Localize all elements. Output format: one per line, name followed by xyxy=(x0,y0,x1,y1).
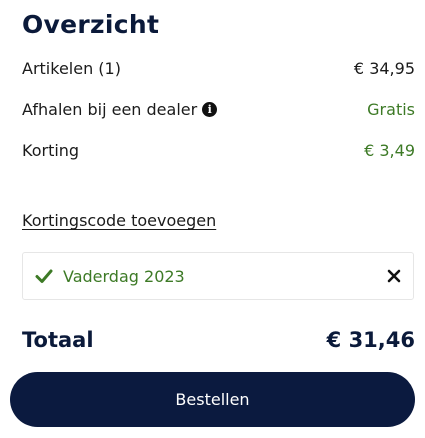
summary-title: Overzicht xyxy=(22,10,160,39)
voucher-name: Vaderdag 2023 xyxy=(63,266,185,286)
total-amount: € 31,46 xyxy=(326,328,415,352)
summary-row-discount: Korting € 3,49 xyxy=(22,138,415,162)
total-row: Totaal € 31,46 xyxy=(22,325,415,355)
articles-price: € 34,95 xyxy=(353,58,415,78)
discount-amount: € 3,49 xyxy=(364,140,415,160)
check-icon xyxy=(35,269,53,283)
pickup-price: Gratis xyxy=(367,99,415,119)
summary-row-pickup: Afhalen bij een dealer i Gratis xyxy=(22,97,415,121)
summary-row-articles: Artikelen (1) € 34,95 xyxy=(22,56,415,80)
applied-voucher: Vaderdag 2023 xyxy=(22,252,414,300)
info-icon[interactable]: i xyxy=(202,101,218,117)
add-discount-code-link[interactable]: Kortingscode toevoegen xyxy=(22,211,216,230)
articles-label: Artikelen (1) xyxy=(22,58,121,78)
discount-label: Korting xyxy=(22,140,80,160)
pickup-label: Afhalen bij een dealer xyxy=(22,99,198,119)
pickup-label-group: Afhalen bij een dealer i xyxy=(22,99,218,119)
close-icon[interactable] xyxy=(387,269,401,283)
total-label: Totaal xyxy=(22,328,94,352)
order-button[interactable]: Bestellen xyxy=(10,372,415,427)
